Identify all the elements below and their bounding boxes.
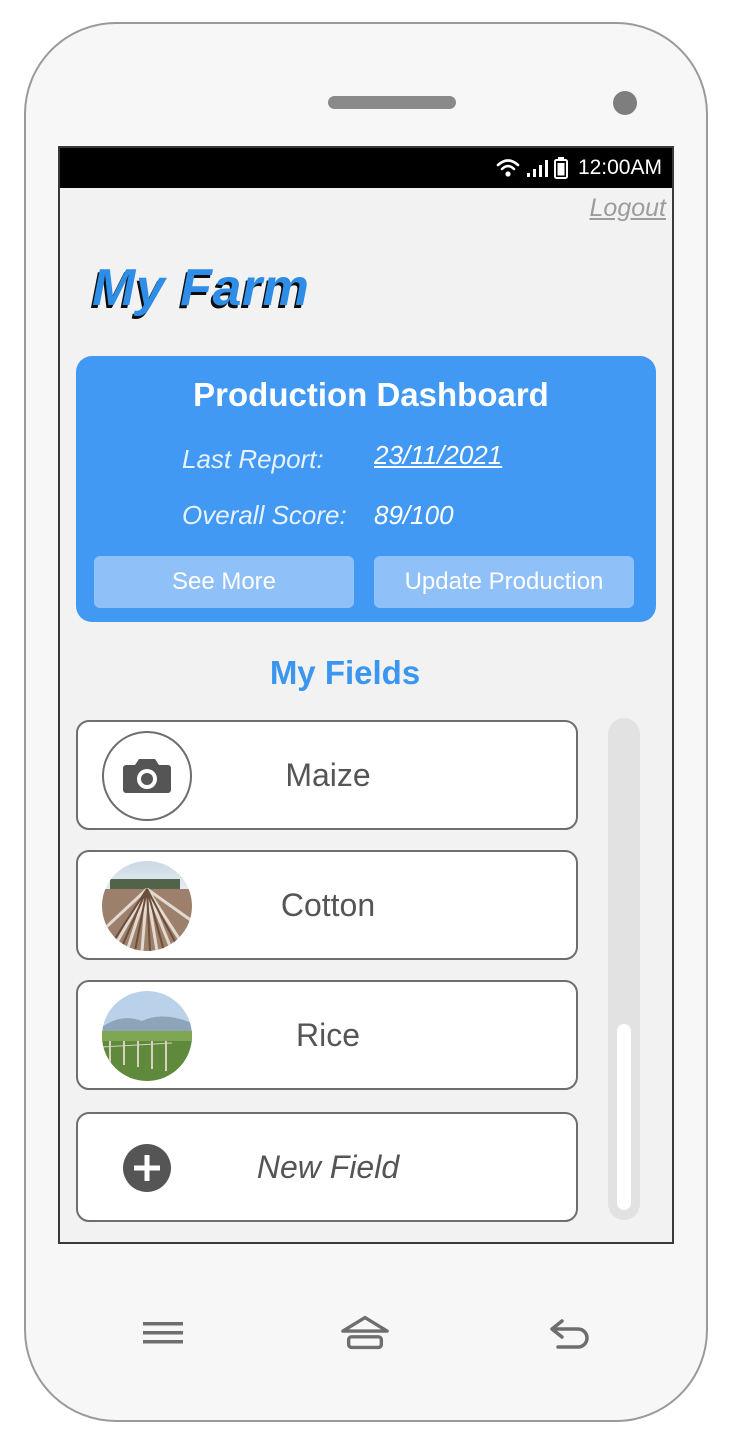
my-fields-heading: My Fields bbox=[269, 654, 421, 691]
field-card-cotton[interactable]: Cotton bbox=[76, 850, 578, 960]
back-icon[interactable] bbox=[546, 1310, 596, 1356]
update-production-button[interactable]: Update Production bbox=[374, 556, 634, 608]
production-dashboard-card: Production Dashboard Last Report: 23/11/… bbox=[76, 356, 656, 622]
front-camera bbox=[613, 91, 637, 115]
field-label-rice: Rice bbox=[295, 1016, 360, 1053]
last-report-label: Last Report: bbox=[182, 444, 324, 474]
wifi-icon bbox=[496, 159, 520, 177]
app-screen: 12:00AM Logout My Farm Production Dashbo… bbox=[58, 146, 674, 1244]
menu-icon[interactable] bbox=[138, 1310, 188, 1356]
scrollbar-thumb[interactable] bbox=[617, 1024, 631, 1210]
fields-scrollbar[interactable] bbox=[608, 718, 640, 1220]
last-report-date-link[interactable]: 23/11/2021 bbox=[374, 440, 502, 471]
speaker-grille bbox=[328, 96, 456, 109]
new-field-label: New Field bbox=[256, 1148, 400, 1185]
app-title: My Farm bbox=[92, 259, 310, 317]
see-more-button[interactable]: See More bbox=[94, 556, 354, 608]
overall-score-value: 89/100 bbox=[374, 500, 454, 530]
field-label-maize: Maize bbox=[285, 756, 371, 793]
battery-icon bbox=[553, 157, 568, 179]
logout-link[interactable]: Logout bbox=[590, 194, 666, 223]
status-time: 12:00AM bbox=[577, 156, 662, 179]
dashboard-title: Production Dashboard bbox=[193, 376, 549, 413]
field-card-maize[interactable]: Maize bbox=[76, 720, 578, 830]
new-field-button[interactable]: New Field bbox=[76, 1112, 578, 1222]
field-card-rice[interactable]: Rice bbox=[76, 980, 578, 1090]
overall-score-label: Overall Score: bbox=[182, 500, 347, 530]
status-bar: 12:00AM bbox=[60, 148, 672, 188]
home-icon[interactable] bbox=[340, 1310, 390, 1356]
signal-icon bbox=[526, 160, 548, 177]
field-label-cotton: Cotton bbox=[280, 886, 376, 923]
